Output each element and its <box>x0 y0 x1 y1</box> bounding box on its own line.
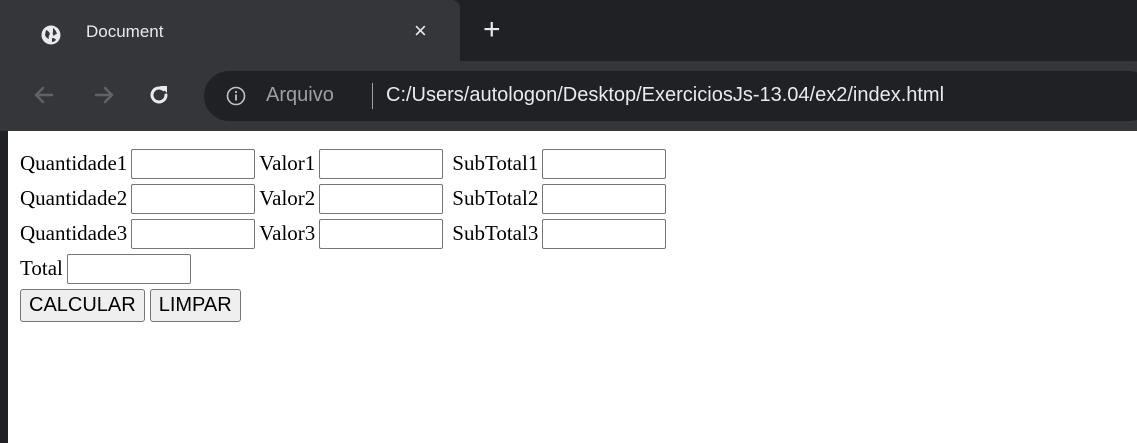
calcular-button[interactable]: CALCULAR <box>20 288 145 322</box>
form-row: Quantidade2 Valor2 SubTotal2 <box>20 181 1120 216</box>
quantidade1-label: Quantidade1 <box>20 151 128 175</box>
quantidade3-label: Quantidade3 <box>20 221 128 245</box>
quantidade2-input[interactable] <box>131 183 256 214</box>
subtotal3-label: SubTotal3 <box>452 221 539 245</box>
tab-strip: Document × + <box>0 0 1137 61</box>
total-input[interactable] <box>66 253 191 284</box>
omnibox-divider <box>372 83 373 109</box>
globe-icon <box>41 25 61 45</box>
subtotal2-label: SubTotal2 <box>452 186 539 210</box>
tab-close-button[interactable]: × <box>414 18 427 44</box>
new-tab-button[interactable]: + <box>483 15 501 45</box>
url-text[interactable]: C:/Users/autologon/Desktop/ExerciciosJs-… <box>386 84 944 107</box>
subtotal1-input[interactable] <box>542 148 667 179</box>
valor1-label: Valor1 <box>259 151 316 175</box>
subtotal1-label: SubTotal1 <box>452 151 539 175</box>
total-label: Total <box>20 256 63 280</box>
form-row: Quantidade3 Valor3 SubTotal3 <box>20 216 1120 251</box>
tab-title: Document <box>86 22 164 41</box>
window-left-edge <box>0 131 8 443</box>
security-scheme-label: Arquivo <box>266 84 334 106</box>
limpar-button[interactable]: LIMPAR <box>149 288 241 322</box>
valor2-input[interactable] <box>319 183 444 214</box>
form-row: Quantidade1 Valor1 SubTotal1 <box>20 146 1120 181</box>
valor3-input[interactable] <box>319 218 444 249</box>
arrow-right-icon[interactable] <box>92 83 116 107</box>
valor3-label: Valor3 <box>259 221 316 245</box>
quantidade1-input[interactable] <box>131 148 256 179</box>
page-content: Quantidade1 Valor1 SubTotal1 Quantidade2… <box>20 146 1120 323</box>
valor1-input[interactable] <box>319 148 444 179</box>
tab-document[interactable]: Document × <box>0 0 460 61</box>
valor2-label: Valor2 <box>259 186 316 210</box>
quantidade2-label: Quantidade2 <box>20 186 128 210</box>
total-row: Total <box>20 251 1120 286</box>
info-icon[interactable] <box>226 86 246 106</box>
address-bar[interactable]: Arquivo C:/Users/autologon/Desktop/Exerc… <box>204 71 1137 121</box>
arrow-left-icon[interactable] <box>32 83 56 107</box>
quantidade3-input[interactable] <box>131 218 256 249</box>
subtotal3-input[interactable] <box>542 218 667 249</box>
reload-icon[interactable] <box>147 83 171 107</box>
subtotal2-input[interactable] <box>542 183 667 214</box>
button-row: CALCULAR LIMPAR <box>20 287 1120 323</box>
